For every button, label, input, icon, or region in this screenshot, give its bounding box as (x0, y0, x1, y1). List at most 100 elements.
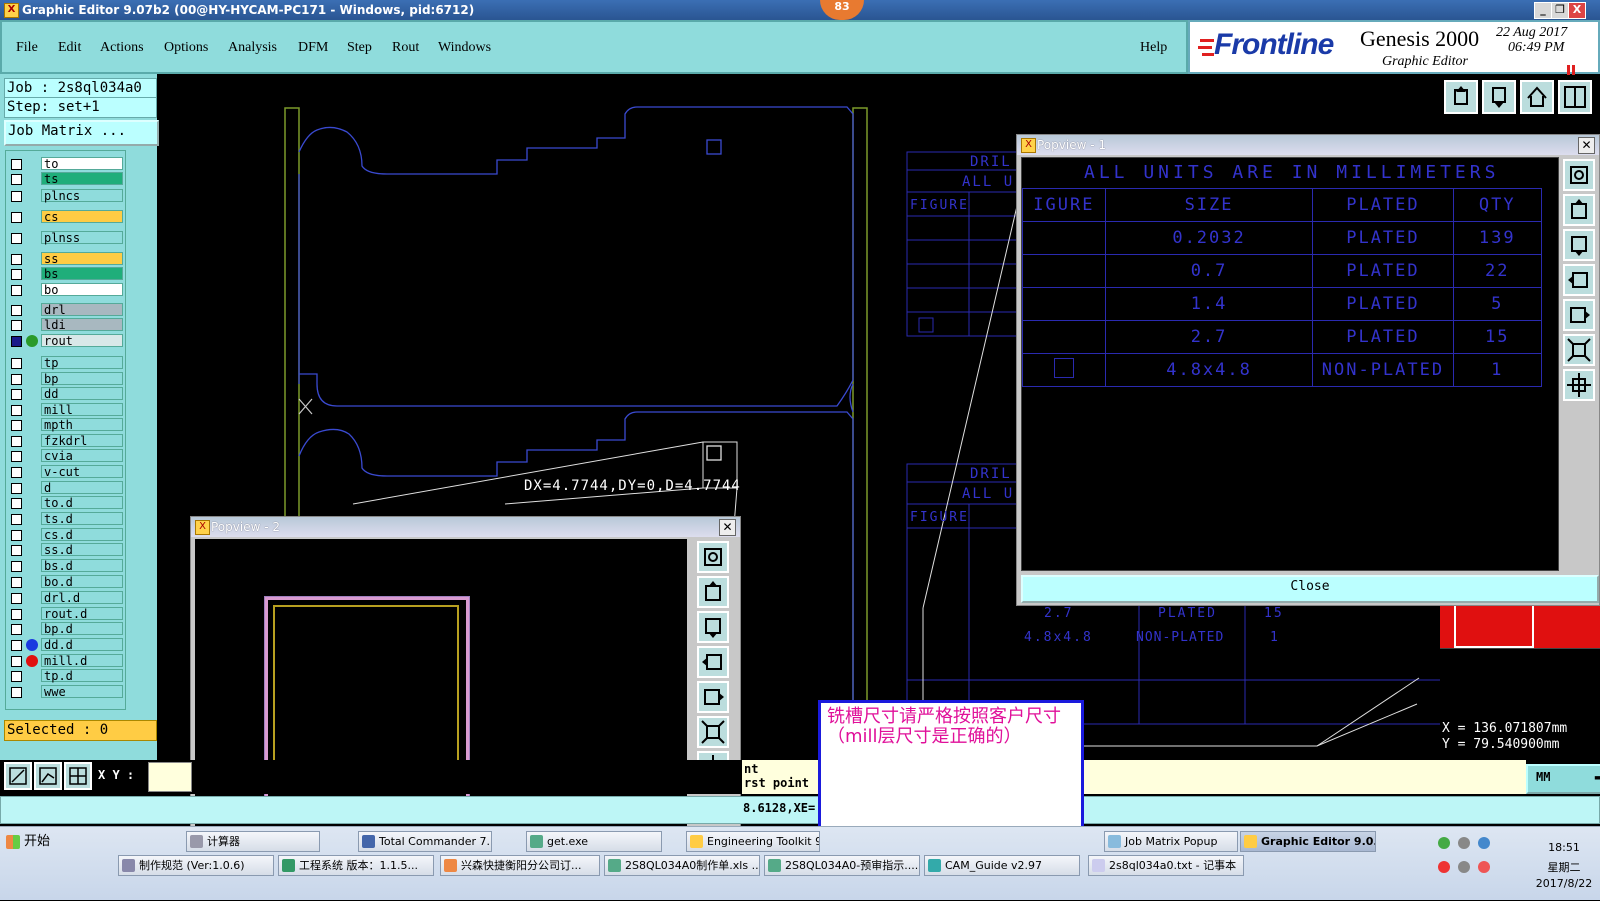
layer-name[interactable]: bp.d (41, 622, 123, 636)
layer-checkbox[interactable] (11, 436, 22, 447)
popview-2-titlebar[interactable]: X Popview - 2 ✕ (191, 517, 740, 537)
layer-row[interactable]: bp.d (6, 622, 127, 636)
toolbar-button-2[interactable] (1482, 80, 1516, 114)
layer-name[interactable]: cs (41, 210, 123, 224)
layer-row[interactable]: dd.d (6, 638, 127, 652)
layer-checkbox[interactable] (11, 233, 22, 244)
layer-checkbox[interactable] (11, 254, 22, 265)
layer-row[interactable]: d (6, 481, 127, 495)
popview-1-close-icon[interactable]: ✕ (1578, 137, 1595, 154)
layer-name[interactable]: fzkdrl (41, 434, 123, 448)
layer-row[interactable]: wwe (6, 685, 127, 699)
layer-name[interactable]: d (41, 481, 123, 495)
layer-name[interactable]: to (41, 157, 123, 171)
layer-checkbox[interactable] (11, 498, 22, 509)
layer-row[interactable]: ts.d (6, 512, 127, 526)
layer-name[interactable]: mill (41, 403, 123, 417)
layer-name[interactable]: mpth (41, 418, 123, 432)
layer-name[interactable]: v-cut (41, 465, 123, 479)
layer-row[interactable]: plnss (6, 231, 127, 245)
layer-checkbox[interactable] (11, 191, 22, 202)
measure-tool-icon[interactable] (34, 762, 62, 790)
taskbar-button[interactable]: 2S8QL034A0制作单.xls ... (604, 855, 760, 876)
layer-name[interactable]: cvia (41, 449, 123, 463)
pv1-center-icon[interactable] (1563, 369, 1595, 401)
xy-input[interactable] (148, 762, 192, 792)
layer-row[interactable]: bs.d (6, 559, 127, 573)
layer-checkbox[interactable] (11, 320, 22, 331)
taskbar-button[interactable]: 计算器 (186, 831, 320, 852)
layer-row[interactable]: to.d (6, 496, 127, 510)
layer-row[interactable]: v-cut (6, 465, 127, 479)
layer-name[interactable]: rout.d (41, 607, 123, 621)
layer-name[interactable]: ss (41, 252, 123, 266)
layer-row[interactable]: plncs (6, 189, 127, 203)
layer-name[interactable]: plncs (41, 189, 123, 203)
layer-checkbox[interactable] (11, 545, 22, 556)
layer-name[interactable]: drl (41, 303, 123, 317)
menu-analysis[interactable]: Analysis (228, 40, 277, 56)
layer-checkbox[interactable] (11, 640, 22, 651)
layer-name[interactable]: bp (41, 372, 123, 386)
overview-map[interactable] (1440, 600, 1600, 648)
taskbar-button[interactable]: 2S8QL034A0-预审指示.... (764, 855, 920, 876)
layer-row[interactable]: ts (6, 172, 127, 186)
toolbar-button-3[interactable] (1520, 80, 1554, 114)
layer-checkbox[interactable] (11, 671, 22, 682)
menu-help[interactable]: Help (1140, 40, 1167, 56)
layer-row[interactable]: ss.d (6, 543, 127, 557)
layer-name[interactable]: ss.d (41, 543, 123, 557)
layer-row[interactable]: ss (6, 252, 127, 266)
layer-row[interactable]: bp (6, 372, 127, 386)
pv1-zoom-icon[interactable] (1563, 159, 1595, 191)
layer-name[interactable]: ts.d (41, 512, 123, 526)
layer-name[interactable]: wwe (41, 685, 123, 699)
layer-checkbox[interactable] (11, 656, 22, 667)
layer-checkbox[interactable] (11, 336, 22, 347)
layer-name[interactable]: bo (41, 283, 123, 297)
layer-checkbox[interactable] (11, 514, 22, 525)
pv1-pan-right-icon[interactable] (1563, 299, 1595, 331)
layer-row[interactable]: bo.d (6, 575, 127, 589)
pv1-pan-up-icon[interactable] (1563, 194, 1595, 226)
taskbar-button[interactable]: Graphic Editor 9.0... (1240, 831, 1376, 852)
layer-name[interactable]: drl.d (41, 591, 123, 605)
layer-checkbox[interactable] (11, 389, 22, 400)
layer-row[interactable]: rout (6, 334, 127, 348)
layer-checkbox[interactable] (11, 624, 22, 635)
layer-name[interactable]: tp (41, 356, 123, 370)
taskbar-button[interactable]: 制作规范 (Ver:1.0.6) (118, 855, 274, 876)
layer-row[interactable]: to (6, 157, 127, 171)
taskbar-button[interactable]: get.exe (526, 831, 662, 852)
grid-tool-icon[interactable] (64, 762, 92, 790)
unit-select[interactable]: MM ▬ (1526, 764, 1600, 794)
start-button[interactable]: 开始 (2, 831, 62, 855)
layer-checkbox[interactable] (11, 285, 22, 296)
layer-checkbox[interactable] (11, 174, 22, 185)
layer-name[interactable]: bs.d (41, 559, 123, 573)
layer-name[interactable]: bo.d (41, 575, 123, 589)
layer-name[interactable]: bs (41, 267, 123, 281)
layer-name[interactable]: rout (41, 334, 123, 348)
layer-checkbox[interactable] (11, 609, 22, 620)
layer-row[interactable]: tp (6, 356, 127, 370)
close-window-button[interactable]: X (1568, 2, 1586, 19)
layer-name[interactable]: ldi (41, 318, 123, 332)
menu-options[interactable]: Options (164, 40, 208, 56)
layer-name[interactable]: tp.d (41, 669, 123, 683)
taskbar-button[interactable]: Engineering Toolkit 9.... (686, 831, 820, 852)
layer-checkbox[interactable] (11, 405, 22, 416)
menu-rout[interactable]: Rout (392, 40, 419, 56)
taskbar-button[interactable]: 工程系统 版本：1.1.5... (278, 855, 434, 876)
toolbar-button-4[interactable] (1558, 80, 1592, 114)
layer-row[interactable]: drl (6, 303, 127, 317)
layer-row[interactable]: rout.d (6, 607, 127, 621)
restore-button[interactable]: ❐ (1551, 2, 1569, 19)
popview-1-titlebar[interactable]: X Popview - 1 ✕ (1017, 135, 1599, 155)
layer-row[interactable]: cvia (6, 449, 127, 463)
layer-checkbox[interactable] (11, 467, 22, 478)
layer-row[interactable]: tp.d (6, 669, 127, 683)
menu-file[interactable]: File (16, 40, 38, 56)
layer-name[interactable]: plnss (41, 231, 123, 245)
taskbar-button[interactable]: CAM_Guide v2.97 (924, 855, 1080, 876)
